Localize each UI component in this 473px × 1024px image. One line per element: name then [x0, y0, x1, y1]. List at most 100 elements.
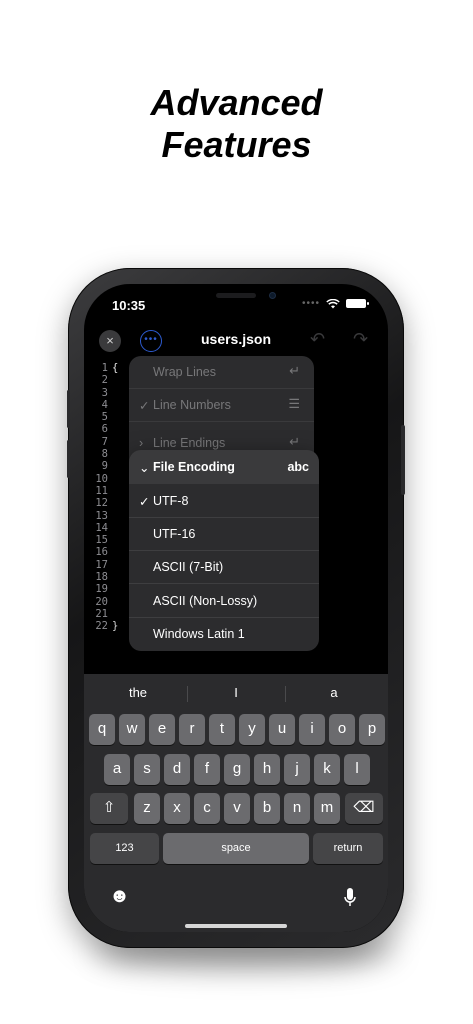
line-number: 12 — [95, 497, 108, 510]
line-number-gutter: 1 2 3 4 5 6 7 8 9 10 11 12 13 14 15 16 17 18 19 20 21 22 — [90, 362, 108, 633]
line-number: 18 — [95, 571, 108, 584]
menu-item-label: UTF-16 — [153, 527, 196, 541]
line-number: 3 — [101, 386, 108, 399]
line-number: 5 — [101, 411, 108, 424]
line-number: 6 — [101, 423, 108, 436]
line-number: 14 — [95, 521, 108, 534]
numbers-key[interactable]: 123 — [90, 833, 159, 864]
headline-line-2: Features — [161, 124, 312, 165]
menu-item-line-numbers[interactable]: ✓ Line Numbers ☰ — [129, 389, 314, 421]
headline: Advanced Features — [0, 82, 473, 166]
key-l[interactable]: l — [344, 754, 370, 785]
menu-item-label: ASCII (Non-Lossy) — [153, 594, 258, 608]
menu-header-row: ⌄ File Encoding abc — [129, 450, 319, 483]
file-encoding-menu: ⌄ File Encoding abc ✓ UTF-8 UTF-16 ASCII… — [129, 450, 319, 651]
menu-item-utf16[interactable]: UTF-16 — [129, 517, 319, 550]
key-g[interactable]: g — [224, 754, 250, 785]
menu-header-label: File Encoding — [153, 460, 235, 474]
check-icon: ✓ — [139, 399, 150, 413]
redo-button[interactable]: ↷ — [353, 329, 368, 350]
status-time: 10:35 — [112, 298, 146, 313]
suggestion-3[interactable]: a — [284, 674, 384, 710]
menu-item-windows-latin-1[interactable]: Windows Latin 1 — [129, 617, 319, 650]
list-icon: ☰ — [288, 396, 300, 411]
return-key[interactable]: return — [313, 833, 383, 864]
line-number: 2 — [101, 374, 108, 387]
line-number: 21 — [95, 607, 108, 620]
emoji-icon[interactable]: ☻ — [109, 885, 130, 908]
text-encoding-icon: abc — [287, 460, 309, 474]
chevron-down-icon: ⌄ — [139, 461, 150, 475]
speaker-grille — [216, 293, 256, 298]
keyboard: the I a qwertyuiop asdfghjkl zxcvbnm ⇧ ⌫… — [84, 674, 388, 932]
shift-key[interactable]: ⇧ — [90, 793, 128, 824]
microphone-icon[interactable] — [344, 888, 356, 908]
menu-item-label: Windows Latin 1 — [153, 627, 245, 641]
key-v[interactable]: v — [224, 793, 250, 824]
line-number: 13 — [95, 509, 108, 522]
menu-header-file-encoding[interactable]: ⌄ File Encoding abc — [129, 450, 319, 484]
volume-button — [67, 390, 70, 428]
key-e[interactable]: e — [149, 714, 175, 745]
return-icon: ↵ — [289, 363, 300, 378]
battery-icon — [346, 299, 369, 308]
key-u[interactable]: u — [269, 714, 295, 745]
key-z[interactable]: z — [134, 793, 160, 824]
key-k[interactable]: k — [314, 754, 340, 785]
suggestion-2[interactable]: I — [186, 674, 286, 710]
line-number: 10 — [95, 472, 108, 485]
front-camera — [269, 292, 276, 299]
space-key[interactable]: space — [163, 833, 309, 864]
chevron-right-icon: › — [139, 436, 144, 450]
key-p[interactable]: p — [359, 714, 385, 745]
key-t[interactable]: t — [209, 714, 235, 745]
key-s[interactable]: s — [134, 754, 160, 785]
key-f[interactable]: f — [194, 754, 220, 785]
key-r[interactable]: r — [179, 714, 205, 745]
line-number: 9 — [101, 460, 108, 473]
phone-screen: 10:35 •••• × ••• users.json ↶ ↷ 12345678… — [84, 284, 388, 932]
key-i[interactable]: i — [299, 714, 325, 745]
line-number: 8 — [101, 448, 108, 461]
key-n[interactable]: n — [284, 793, 310, 824]
key-m[interactable]: m — [314, 793, 340, 824]
menu-item-utf8[interactable]: ✓ UTF-8 — [129, 484, 319, 517]
line-number: 15 — [95, 534, 108, 547]
key-q[interactable]: q — [89, 714, 115, 745]
suggestion-1[interactable]: the — [88, 674, 188, 710]
line-number: 17 — [95, 558, 108, 571]
menu-item-wrap-lines[interactable]: Wrap Lines ↵ — [129, 356, 314, 388]
key-h[interactable]: h — [254, 754, 280, 785]
key-d[interactable]: d — [164, 754, 190, 785]
check-icon: ✓ — [139, 495, 150, 509]
key-o[interactable]: o — [329, 714, 355, 745]
line-number: 22 — [95, 620, 108, 633]
line-number: 20 — [95, 595, 108, 608]
key-a[interactable]: a — [104, 754, 130, 785]
file-title: users.json — [200, 331, 272, 347]
line-number: 1 — [101, 362, 108, 374]
menu-item-label: Line Endings — [153, 436, 226, 450]
key-c[interactable]: c — [194, 793, 220, 824]
line-number: 16 — [95, 546, 108, 559]
headline-line-1: Advanced — [150, 82, 323, 123]
menu-item-ascii-7bit[interactable]: ASCII (7-Bit) — [129, 550, 319, 583]
menu-divider — [129, 421, 314, 422]
delete-key[interactable]: ⌫ — [345, 793, 383, 824]
status-icons: •••• — [301, 298, 369, 309]
key-w[interactable]: w — [119, 714, 145, 745]
menu-item-label: Wrap Lines — [153, 365, 216, 379]
key-b[interactable]: b — [254, 793, 280, 824]
side-button — [401, 425, 405, 495]
return-icon: ↵ — [289, 434, 300, 449]
menu-item-label: UTF-8 — [153, 494, 189, 508]
key-x[interactable]: x — [164, 793, 190, 824]
wifi-icon — [326, 298, 340, 308]
volume-button — [67, 440, 70, 478]
menu-item-label: ASCII (7-Bit) — [153, 560, 224, 574]
key-j[interactable]: j — [284, 754, 310, 785]
menu-item-ascii-non-lossy[interactable]: ASCII (Non-Lossy) — [129, 584, 319, 617]
signal-icon: •••• — [301, 298, 320, 309]
key-y[interactable]: y — [239, 714, 265, 745]
undo-button[interactable]: ↶ — [310, 329, 325, 350]
